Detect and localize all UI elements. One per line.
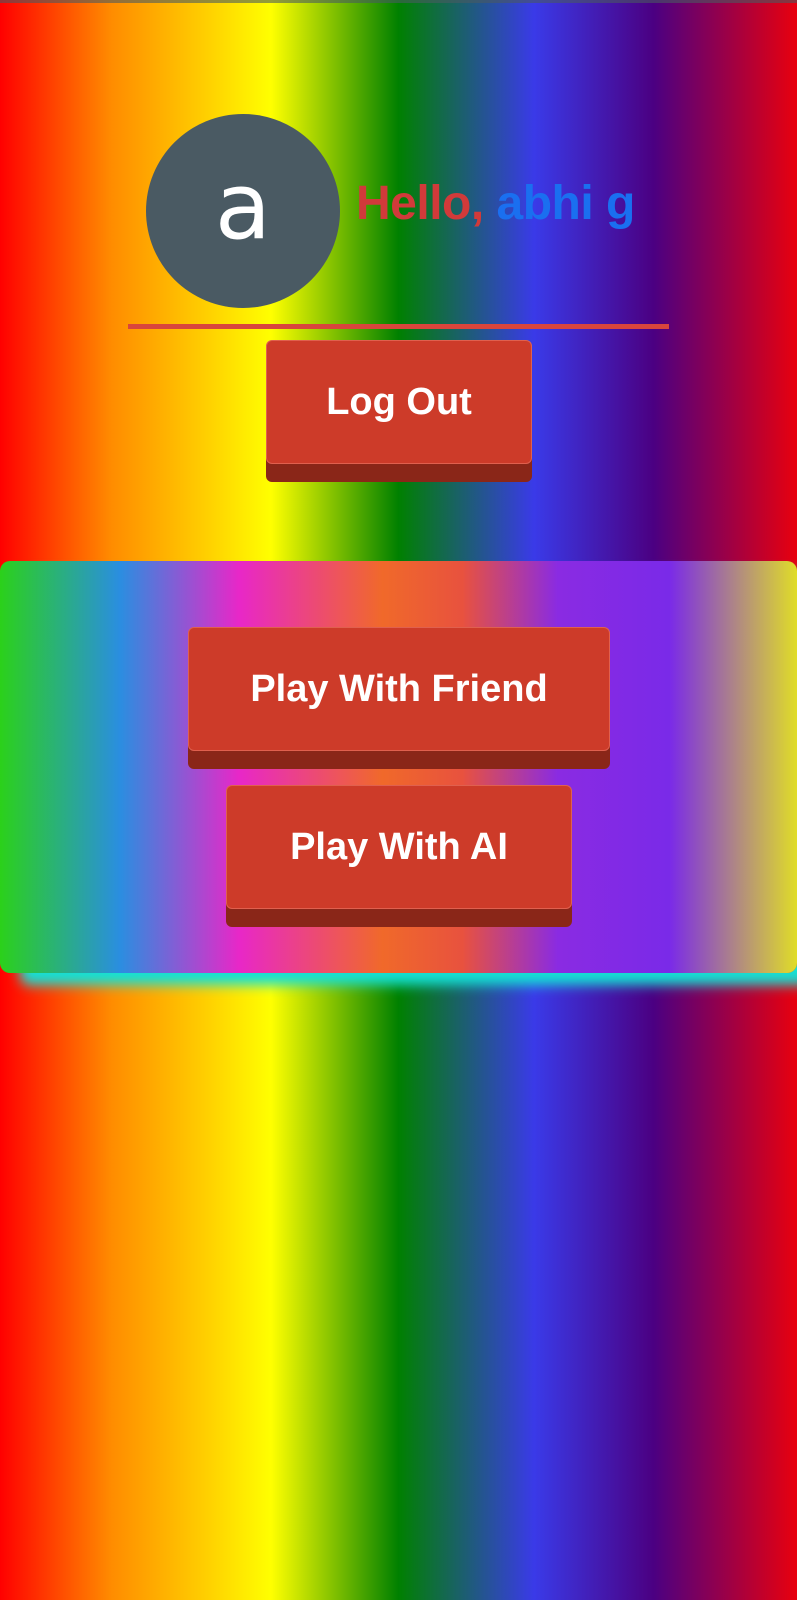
logout-button-label: Log Out bbox=[326, 380, 472, 423]
play-with-friend-label: Play With Friend bbox=[250, 667, 548, 710]
play-with-ai-button[interactable]: Play With AI bbox=[226, 785, 572, 909]
greeting-prefix: Hello, bbox=[356, 177, 484, 230]
game-mode-panel bbox=[0, 561, 797, 973]
user-name: abhi g bbox=[496, 177, 636, 230]
logout-button[interactable]: Log Out bbox=[266, 340, 532, 464]
play-with-ai-label: Play With AI bbox=[290, 825, 508, 868]
status-strip bbox=[0, 0, 797, 3]
avatar: a bbox=[146, 114, 340, 308]
avatar-letter: a bbox=[214, 153, 272, 260]
play-with-friend-button[interactable]: Play With Friend bbox=[188, 627, 610, 751]
header-divider bbox=[128, 324, 669, 329]
greeting: Hello, abhi g bbox=[356, 176, 635, 231]
